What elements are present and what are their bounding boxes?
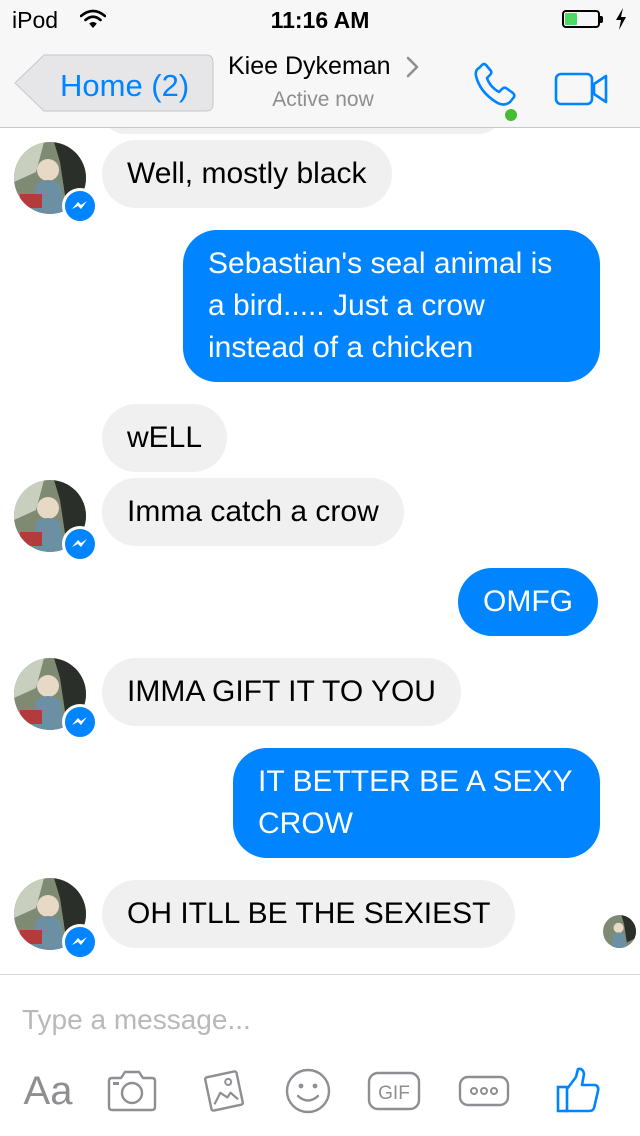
video-camera-icon — [554, 72, 608, 106]
emoji-button[interactable] — [276, 1063, 340, 1119]
messenger-icon — [62, 924, 98, 960]
battery-icon — [562, 10, 606, 30]
video-call-button[interactable] — [554, 70, 610, 110]
emoji-icon — [285, 1068, 331, 1114]
message-list[interactable]: Well, mostly black Sebastian's seal anim… — [0, 128, 640, 974]
outgoing-message-bubble[interactable]: OMFG — [458, 568, 598, 636]
incoming-message-bubble[interactable]: Imma catch a crow — [102, 478, 404, 546]
status-bar: iPod 11:16 AM — [0, 0, 640, 40]
gif-icon: GIF — [367, 1071, 421, 1111]
camera-icon — [107, 1070, 157, 1112]
active-status: Active now — [272, 88, 374, 111]
message-composer: Aa GIF — [0, 974, 640, 1136]
clock: 11:16 AM — [270, 7, 370, 33]
gif-label: GIF — [378, 1083, 410, 1104]
incoming-message-bubble[interactable]: wELL — [102, 404, 228, 472]
text-format-label: Aa — [23, 1068, 73, 1113]
contact-avatar[interactable] — [14, 658, 98, 740]
conversation-header: Home (2) Kiee Dykeman Active now — [0, 40, 640, 128]
contact-avatar[interactable] — [14, 142, 98, 224]
photo-gallery-icon — [203, 1070, 245, 1112]
photo-gallery-button[interactable] — [192, 1063, 256, 1119]
thumbs-up-icon — [556, 1067, 600, 1113]
back-button[interactable]: Home (2) — [14, 54, 214, 112]
message-input[interactable] — [20, 997, 624, 1043]
incoming-message-bubble[interactable]: Well, mostly black — [102, 140, 392, 208]
contact-name[interactable]: Kiee Dykeman — [228, 52, 391, 81]
previous-message-bubble — [102, 128, 502, 134]
camera-button[interactable] — [100, 1063, 164, 1119]
chevron-right-icon — [406, 56, 420, 83]
outgoing-message-bubble[interactable]: Sebastian's seal animal is a bird..... J… — [183, 230, 600, 382]
more-options-button[interactable] — [452, 1063, 516, 1119]
messenger-icon — [62, 526, 98, 562]
read-receipt-avatar — [603, 915, 636, 948]
charging-icon — [614, 7, 628, 36]
online-indicator — [505, 109, 517, 121]
messenger-icon — [62, 188, 98, 224]
more-icon — [458, 1075, 510, 1107]
messenger-icon — [62, 704, 98, 740]
back-button-label: Home (2) — [60, 68, 190, 103]
contact-avatar[interactable] — [14, 480, 98, 562]
outgoing-message-bubble[interactable]: IT BETTER BE A SEXY CROW — [233, 748, 600, 858]
contact-avatar[interactable] — [14, 878, 98, 960]
incoming-message-bubble[interactable]: IMMA GIFT IT TO YOU — [102, 658, 461, 726]
like-button[interactable] — [546, 1063, 610, 1119]
text-format-button[interactable]: Aa — [16, 1063, 80, 1119]
gif-button[interactable]: GIF — [362, 1063, 426, 1119]
phone-icon — [474, 62, 516, 106]
call-button[interactable] — [470, 62, 526, 110]
incoming-message-bubble[interactable]: OH ITLL BE THE SEXIEST — [102, 880, 516, 948]
